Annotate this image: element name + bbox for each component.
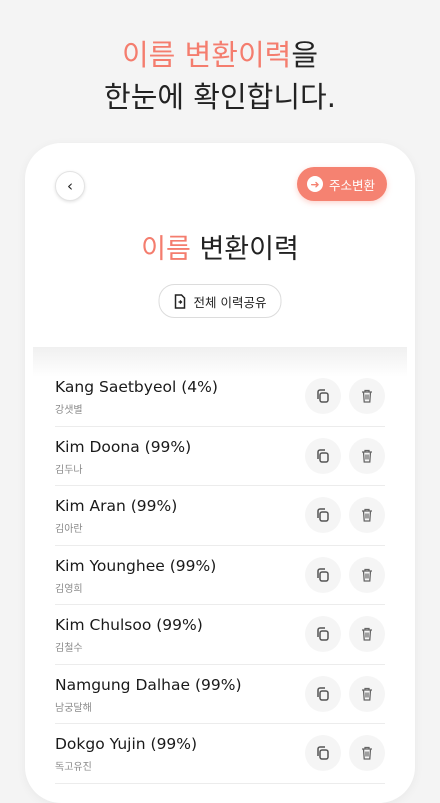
- chevron-left-icon: ‹: [67, 177, 73, 195]
- copy-icon: [317, 567, 329, 582]
- copy-icon: [317, 746, 329, 760]
- copy-icon: [317, 627, 329, 641]
- trash-icon: [362, 449, 372, 463]
- history-item-korean: 김아란: [55, 524, 83, 535]
- history-item-name: Kim Doona (99%): [55, 437, 192, 456]
- history-item-korean: 김영희: [55, 583, 83, 595]
- delete-button[interactable]: [349, 616, 385, 652]
- history-item-korean: 남궁달해: [55, 702, 92, 714]
- history-item: Kim Chulsoo (99%) 김철수: [55, 605, 385, 665]
- share-document-icon: [174, 293, 186, 309]
- delete-button[interactable]: [349, 378, 385, 414]
- copy-button[interactable]: [305, 497, 341, 533]
- delete-button[interactable]: [349, 437, 385, 474]
- headline-line2: 한눈에 확인합니다.: [104, 80, 336, 114]
- history-item: Dokgo Yujin (99%) 독고유진: [55, 724, 385, 784]
- copy-button[interactable]: [305, 675, 341, 712]
- trash-icon: [362, 746, 372, 760]
- history-item-korean: 김두나: [55, 464, 83, 476]
- history-item-name: Kang Saetbyeol (4%): [55, 378, 218, 396]
- trash-icon: [362, 568, 372, 582]
- history-list: Kang Saetbyeol (4%) 강샛별 Kim Doona (99%) …: [33, 347, 407, 784]
- delete-button[interactable]: [349, 556, 385, 593]
- copy-icon: [317, 389, 329, 403]
- phone-frame: ‹ ➜ 주소변환 이름 변환이력 전체 이력공유 Kang Saetbyeol …: [25, 143, 415, 803]
- share-all-history-button[interactable]: 전체 이력공유: [158, 284, 282, 318]
- address-convert-button[interactable]: ➜ 주소변환: [296, 167, 387, 201]
- history-item: Kim Doona (99%) 김두나: [55, 427, 385, 486]
- copy-icon: [317, 508, 329, 522]
- headline-accent: 이름 변환이력: [122, 38, 292, 72]
- history-item-korean: 김철수: [55, 643, 83, 654]
- history-item: Kim Younghee (99%) 김영희: [55, 546, 385, 605]
- copy-icon: [317, 448, 329, 463]
- copy-button[interactable]: [305, 437, 341, 474]
- history-item: Namgung Dalhae (99%) 남궁달해: [55, 665, 385, 724]
- share-all-history-label: 전체 이력공유: [193, 294, 267, 310]
- copy-button[interactable]: [305, 616, 341, 652]
- history-item: Kang Saetbyeol (4%) 강샛별: [55, 367, 385, 427]
- copy-button[interactable]: [305, 735, 341, 771]
- headline: 이름 변환이력을 한눈에 확인합니다.: [0, 34, 440, 118]
- arrow-right-icon: ➜: [306, 176, 323, 192]
- history-item-name: Namgung Dalhae (99%): [55, 675, 242, 694]
- history-item-korean: 독고유진: [55, 762, 92, 773]
- history-item-name: Kim Younghee (99%): [55, 556, 217, 575]
- delete-button[interactable]: [349, 735, 385, 771]
- history-item-name: Kim Aran (99%): [55, 497, 178, 515]
- copy-icon: [317, 686, 329, 701]
- history-item-name: Kim Chulsoo (99%): [55, 616, 203, 634]
- delete-button[interactable]: [349, 497, 385, 533]
- copy-button[interactable]: [305, 556, 341, 593]
- trash-icon: [362, 687, 372, 701]
- copy-button[interactable]: [305, 378, 341, 414]
- trash-icon: [362, 389, 372, 403]
- trash-icon: [362, 627, 372, 641]
- history-item-korean: 강샛별: [55, 405, 83, 416]
- history-item-name: Dokgo Yujin (99%): [55, 735, 198, 753]
- headline-suffix: 을: [291, 38, 318, 72]
- back-button[interactable]: ‹: [55, 171, 85, 201]
- delete-button[interactable]: [349, 675, 385, 712]
- page-title-rest: 변환이력: [190, 234, 299, 265]
- headline-line1: 이름 변환이력을: [0, 34, 440, 76]
- page-title-accent: 이름: [141, 234, 191, 265]
- history-item: Kim Aran (99%) 김아란: [55, 486, 385, 546]
- address-convert-label: 주소변환: [328, 177, 375, 193]
- trash-icon: [362, 508, 372, 522]
- page-title: 이름 변환이력: [25, 227, 415, 266]
